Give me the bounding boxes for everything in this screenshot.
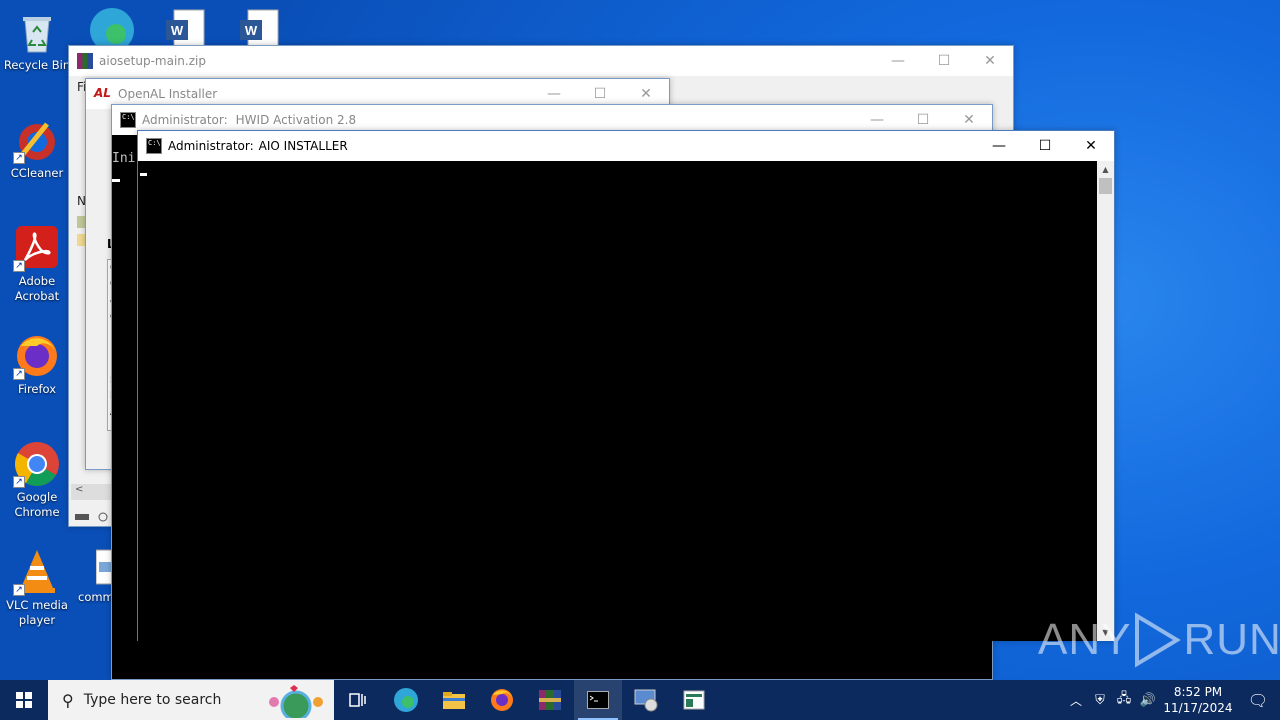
shortcut-arrow-icon: ↗	[13, 584, 25, 596]
scroll-left-button[interactable]: <	[71, 484, 111, 500]
command-prompt-icon	[587, 691, 609, 709]
console-icon: C:\	[120, 112, 136, 128]
desktop-icon-recycle-bin[interactable]: Recycle Bin	[0, 8, 74, 73]
window-title: AIO INSTALLER	[258, 139, 348, 153]
taskbar-openal-app[interactable]	[670, 680, 718, 720]
taskbar-setup-app[interactable]	[622, 680, 670, 720]
folder-icon	[443, 692, 465, 709]
taskbar: ⚲ Type here to search ︿ ⛨ 🖧 🔊 8:52 PM 11…	[0, 680, 1280, 720]
window-title-prefix: Administrator:	[142, 113, 228, 127]
recycle-bin-icon	[13, 8, 61, 56]
edge-icon	[394, 688, 418, 712]
desktop-icon-label: CCleaner	[10, 166, 64, 180]
shortcut-arrow-icon: ↗	[13, 260, 25, 272]
window-title: HWID Activation 2.8	[235, 113, 357, 127]
ccleaner-icon: ↗	[13, 116, 61, 164]
minimize-button[interactable]: —	[976, 131, 1022, 161]
desktop-icon-firefox[interactable]: ↗ Firefox	[0, 332, 74, 397]
desktop-icon-chrome[interactable]: ↗ Google Chrome	[0, 440, 74, 520]
console-output: Ini	[112, 151, 136, 166]
desktop-icon-label: Recycle Bin	[3, 58, 71, 72]
desktop-icon-edge[interactable]	[86, 4, 138, 52]
start-button[interactable]	[0, 680, 48, 720]
word-doc-icon: W	[166, 9, 205, 49]
app-window-icon	[683, 690, 705, 710]
shortcut-arrow-icon: ↗	[13, 152, 25, 164]
play-logo-icon	[1135, 612, 1182, 668]
close-button[interactable]: ✕	[1068, 131, 1114, 161]
defender-icon[interactable]: ⛨	[1088, 693, 1112, 708]
clock[interactable]: 8:52 PM 11/17/2024	[1160, 684, 1236, 716]
winrar-icon	[77, 53, 93, 69]
close-button[interactable]: ✕	[967, 46, 1013, 76]
svg-text:W: W	[245, 23, 258, 38]
edge-icon	[90, 8, 134, 52]
console-cursor	[140, 173, 147, 176]
svg-text:W: W	[171, 23, 184, 38]
desktop-icon-word-doc-2[interactable]: W	[238, 8, 282, 49]
system-tray: ︿ ⛨ 🖧 🔊 8:52 PM 11/17/2024 🗨	[1064, 680, 1280, 720]
word-doc-icon: W	[240, 9, 279, 49]
openal-icon: AL	[94, 86, 111, 100]
installer-icon	[634, 689, 658, 712]
winrar-icon	[539, 690, 561, 710]
clock-time: 8:52 PM	[1173, 685, 1223, 699]
network-icon[interactable]: 🖧	[1112, 689, 1136, 711]
desktop-icon-label: Firefox	[17, 382, 57, 396]
acrobat-icon: ↗	[13, 224, 61, 272]
aio-installer-window[interactable]: C:\ Administrator: AIO INSTALLER — ☐ ✕ ▲…	[137, 130, 1115, 641]
taskbar-command-prompt[interactable]	[574, 680, 622, 720]
taskbar-firefox[interactable]	[478, 680, 526, 720]
firefox-icon: ↗	[13, 332, 61, 380]
console-icon: C:\	[146, 138, 162, 154]
desktop-icon-label: Google Chrome	[14, 490, 60, 519]
vlc-icon: ↗	[13, 548, 61, 596]
desktop: Recycle Bin ↗ CCleaner ↗ Adobe Acrobat ↗…	[0, 0, 1280, 680]
window-title: OpenAL Installer	[118, 87, 218, 101]
firefox-icon	[491, 689, 513, 711]
maximize-button[interactable]: ☐	[1022, 131, 1068, 161]
watermark-text-left: ANY	[1038, 615, 1132, 664]
console-cursor	[112, 179, 120, 182]
clock-date: 11/17/2024	[1163, 701, 1233, 715]
anyrun-watermark: ANY RUN	[1038, 612, 1280, 668]
windows-logo-icon	[16, 692, 32, 708]
search-placeholder: Type here to search	[83, 692, 222, 708]
scroll-up-arrow-icon[interactable]: ▲	[1097, 161, 1114, 178]
search-highlight-icon	[262, 682, 328, 720]
desktop-icon-word-doc-1[interactable]: W	[164, 8, 208, 49]
console-area[interactable]	[138, 161, 1098, 641]
shortcut-arrow-icon: ↗	[13, 476, 25, 488]
window-title-prefix: Administrator:	[168, 139, 254, 153]
desktop-icon-acrobat[interactable]: ↗ Adobe Acrobat	[0, 224, 74, 304]
volume-icon[interactable]: 🔊	[1136, 693, 1160, 708]
shortcut-arrow-icon: ↗	[13, 368, 25, 380]
chevron-up-icon[interactable]: ︿	[1064, 692, 1088, 709]
taskbar-edge[interactable]	[382, 680, 430, 720]
desktop-icon-label: VLC media player	[6, 598, 68, 627]
taskbar-file-explorer[interactable]	[430, 680, 478, 720]
taskbar-winrar[interactable]	[526, 680, 574, 720]
task-view-icon	[349, 693, 366, 707]
chrome-icon: ↗	[13, 440, 61, 488]
task-view-button[interactable]	[334, 680, 382, 720]
status-bar-icons	[73, 508, 111, 522]
minimize-button[interactable]: —	[875, 46, 921, 76]
desktop-icon-vlc[interactable]: ↗ VLC media player	[0, 548, 74, 628]
desktop-icon-ccleaner[interactable]: ↗ CCleaner	[0, 116, 74, 181]
taskbar-search[interactable]: ⚲ Type here to search	[48, 680, 334, 720]
notification-icon[interactable]: 🗨	[1236, 691, 1280, 710]
aio-titlebar[interactable]: C:\ Administrator: AIO INSTALLER — ☐ ✕	[138, 131, 1114, 161]
vertical-scrollbar[interactable]: ▲ ▼	[1097, 161, 1114, 641]
scrollbar-thumb[interactable]	[1099, 178, 1112, 194]
desktop-icon-label: Adobe Acrobat	[14, 274, 60, 303]
winrar-titlebar[interactable]: aiosetup-main.zip — ☐ ✕	[69, 46, 1013, 76]
maximize-button[interactable]: ☐	[921, 46, 967, 76]
window-title: aiosetup-main.zip	[99, 54, 206, 68]
search-icon: ⚲	[62, 690, 74, 710]
watermark-text-right: RUN	[1183, 615, 1280, 664]
